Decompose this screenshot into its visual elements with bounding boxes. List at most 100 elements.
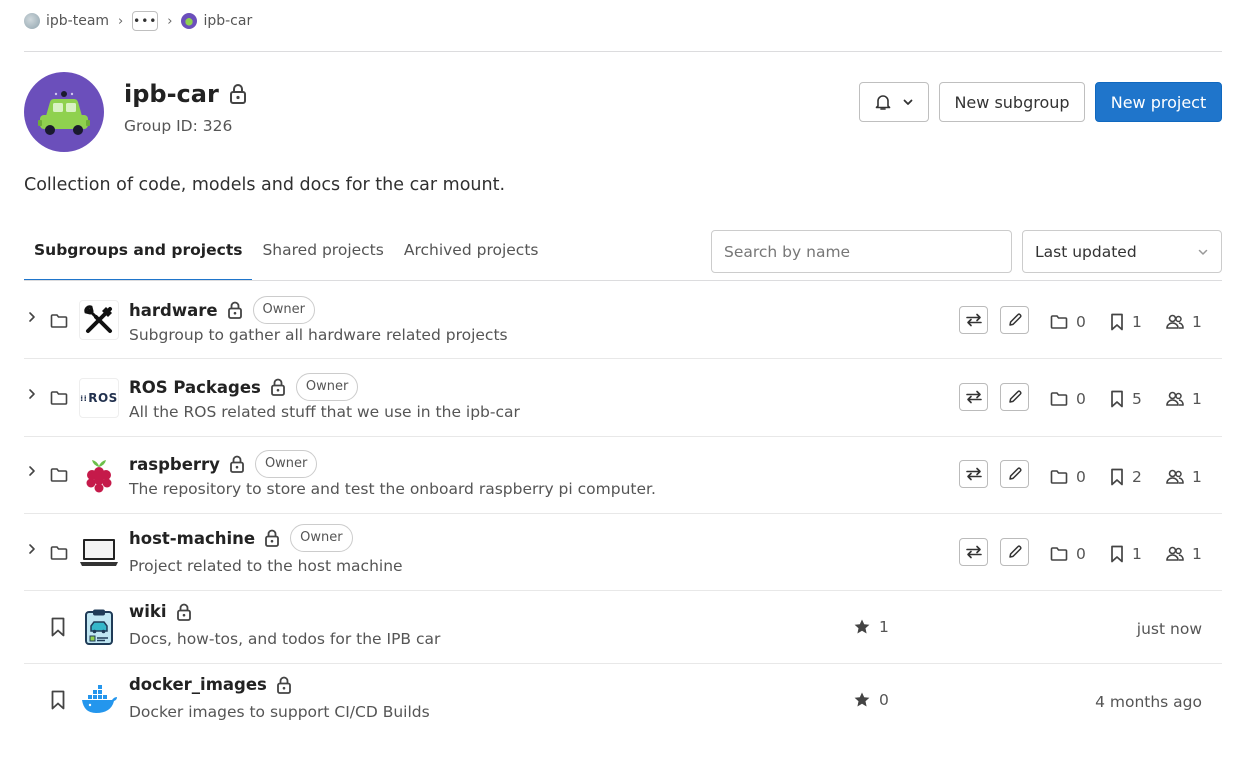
chevron-right-icon: › [167, 13, 173, 29]
ros-avatar: ⁞⁞ ROS [79, 378, 119, 418]
list-item[interactable]: docker_images Docker images to support C… [24, 664, 1222, 737]
owner-badge: Owner [295, 373, 359, 401]
subgroup-name-ros-packages[interactable]: ROS Packages [129, 378, 261, 397]
projects-count: 2 [1110, 468, 1142, 486]
expand-chevron-icon[interactable] [26, 388, 38, 400]
bookmark-icon [50, 690, 66, 710]
sort-dropdown[interactable]: Last updated [1022, 230, 1222, 273]
transfer-button[interactable] [959, 383, 988, 411]
transfer-button[interactable] [959, 538, 988, 566]
users-icon [1166, 391, 1184, 407]
tab-bar: Subgroups and projects Shared projects A… [24, 229, 548, 281]
star-count: 0 [853, 691, 889, 709]
subgroups-count-value: 0 [1076, 390, 1086, 408]
subgroup-description: All the ROS related stuff that we use in… [129, 403, 520, 421]
users-icon [1166, 469, 1184, 485]
group-id: Group ID: 326 [124, 117, 233, 135]
lock-icon [229, 455, 245, 473]
last-updated: just now [1136, 620, 1202, 638]
folder-icon [50, 467, 68, 483]
ros-logo-text: ROS [88, 391, 118, 405]
expand-chevron-icon[interactable] [26, 311, 38, 323]
project-name-wiki[interactable]: wiki [129, 602, 167, 621]
transfer-button[interactable] [959, 460, 988, 488]
members-count: 1 [1166, 390, 1202, 408]
folder-icon [50, 313, 68, 329]
header-divider [24, 51, 1222, 52]
star-count-value: 0 [879, 691, 889, 709]
new-subgroup-button[interactable]: New subgroup [939, 82, 1085, 122]
subgroups-count-value: 0 [1076, 468, 1086, 486]
search-input[interactable] [711, 230, 1012, 273]
owner-badge: Owner [252, 296, 315, 324]
members-count-value: 1 [1192, 390, 1202, 408]
folder-icon [1050, 391, 1068, 407]
expand-chevron-icon[interactable] [26, 543, 38, 555]
bookmark-icon [1110, 313, 1124, 331]
list-item[interactable]: raspberry Owner The repository to store … [24, 437, 1222, 514]
projects-count: 1 [1110, 545, 1142, 563]
list-item[interactable]: hardware Owner Subgroup to gather all ha… [24, 282, 1222, 359]
breadcrumb-ipb-team[interactable]: ipb-team [46, 13, 109, 29]
list-item[interactable]: ⁞⁞ ROS ROS Packages Owner All the ROS rel… [24, 359, 1222, 437]
projects-count-value: 1 [1132, 313, 1142, 331]
project-name-docker-images[interactable]: docker_images [129, 675, 267, 694]
lock-icon [176, 603, 192, 621]
new-project-button[interactable]: New project [1095, 82, 1222, 122]
list-item[interactable]: wiki Docs, how-tos, and todos for the IP… [24, 591, 1222, 664]
lock-icon [270, 378, 286, 396]
bell-icon [874, 93, 892, 111]
subgroup-description: Project related to the host machine [129, 557, 403, 575]
transfer-button[interactable] [959, 306, 988, 334]
users-icon [1166, 546, 1184, 562]
owner-badge: Owner [254, 450, 318, 478]
subgroups-count-value: 0 [1076, 545, 1086, 563]
ipb-car-avatar-small [181, 13, 198, 29]
bookmark-icon [1110, 390, 1124, 408]
star-icon [853, 618, 871, 636]
subgroups-count: 0 [1050, 390, 1086, 408]
subgroup-name-host-machine[interactable]: host-machine [129, 529, 255, 548]
tab-subgroups-and-projects[interactable]: Subgroups and projects [24, 229, 253, 281]
subgroups-count: 0 [1050, 468, 1086, 486]
subgroup-description: Subgroup to gather all hardware related … [129, 326, 508, 344]
list-item[interactable]: host-machine Owner Project related to th… [24, 514, 1222, 591]
subgroups-count-value: 0 [1076, 313, 1086, 331]
subgroup-name-hardware[interactable]: hardware [129, 301, 218, 320]
star-icon [853, 691, 871, 709]
tab-shared-projects[interactable]: Shared projects [252, 229, 393, 281]
folder-icon [50, 545, 68, 561]
bookmark-icon [1110, 468, 1124, 486]
docker-avatar [79, 680, 119, 720]
breadcrumb-more-button[interactable]: ••• [132, 11, 159, 31]
folder-icon [1050, 546, 1068, 562]
edit-pencil-button[interactable] [1000, 383, 1029, 411]
lock-icon [276, 676, 292, 694]
edit-pencil-button[interactable] [1000, 538, 1029, 566]
lock-icon [229, 84, 247, 104]
members-count: 1 [1166, 545, 1202, 563]
edit-pencil-button[interactable] [1000, 460, 1029, 488]
edit-pencil-button[interactable] [1000, 306, 1029, 334]
wiki-avatar [79, 607, 119, 647]
tab-archived-projects[interactable]: Archived projects [394, 229, 549, 281]
notifications-button[interactable] [859, 82, 929, 122]
subgroup-name-raspberry[interactable]: raspberry [129, 455, 220, 474]
group-description: Collection of code, models and docs for … [24, 175, 506, 195]
page-title: ipb-car [124, 80, 219, 108]
chevron-right-icon: › [118, 13, 124, 29]
members-count: 1 [1166, 468, 1202, 486]
members-count: 1 [1166, 313, 1202, 331]
folder-icon [1050, 469, 1068, 485]
ros-logo-dots: ⁞⁞ [80, 393, 88, 403]
project-description: Docs, how-tos, and todos for the IPB car [129, 630, 441, 648]
expand-chevron-icon[interactable] [26, 465, 38, 477]
folder-icon [1050, 314, 1068, 330]
breadcrumb-ipb-car[interactable]: ipb-car [203, 13, 252, 29]
subgroups-count: 0 [1050, 545, 1086, 563]
group-avatar [24, 72, 104, 152]
star-count-value: 1 [879, 618, 889, 636]
members-count-value: 1 [1192, 468, 1202, 486]
hardware-avatar [79, 300, 119, 340]
projects-count: 1 [1110, 313, 1142, 331]
